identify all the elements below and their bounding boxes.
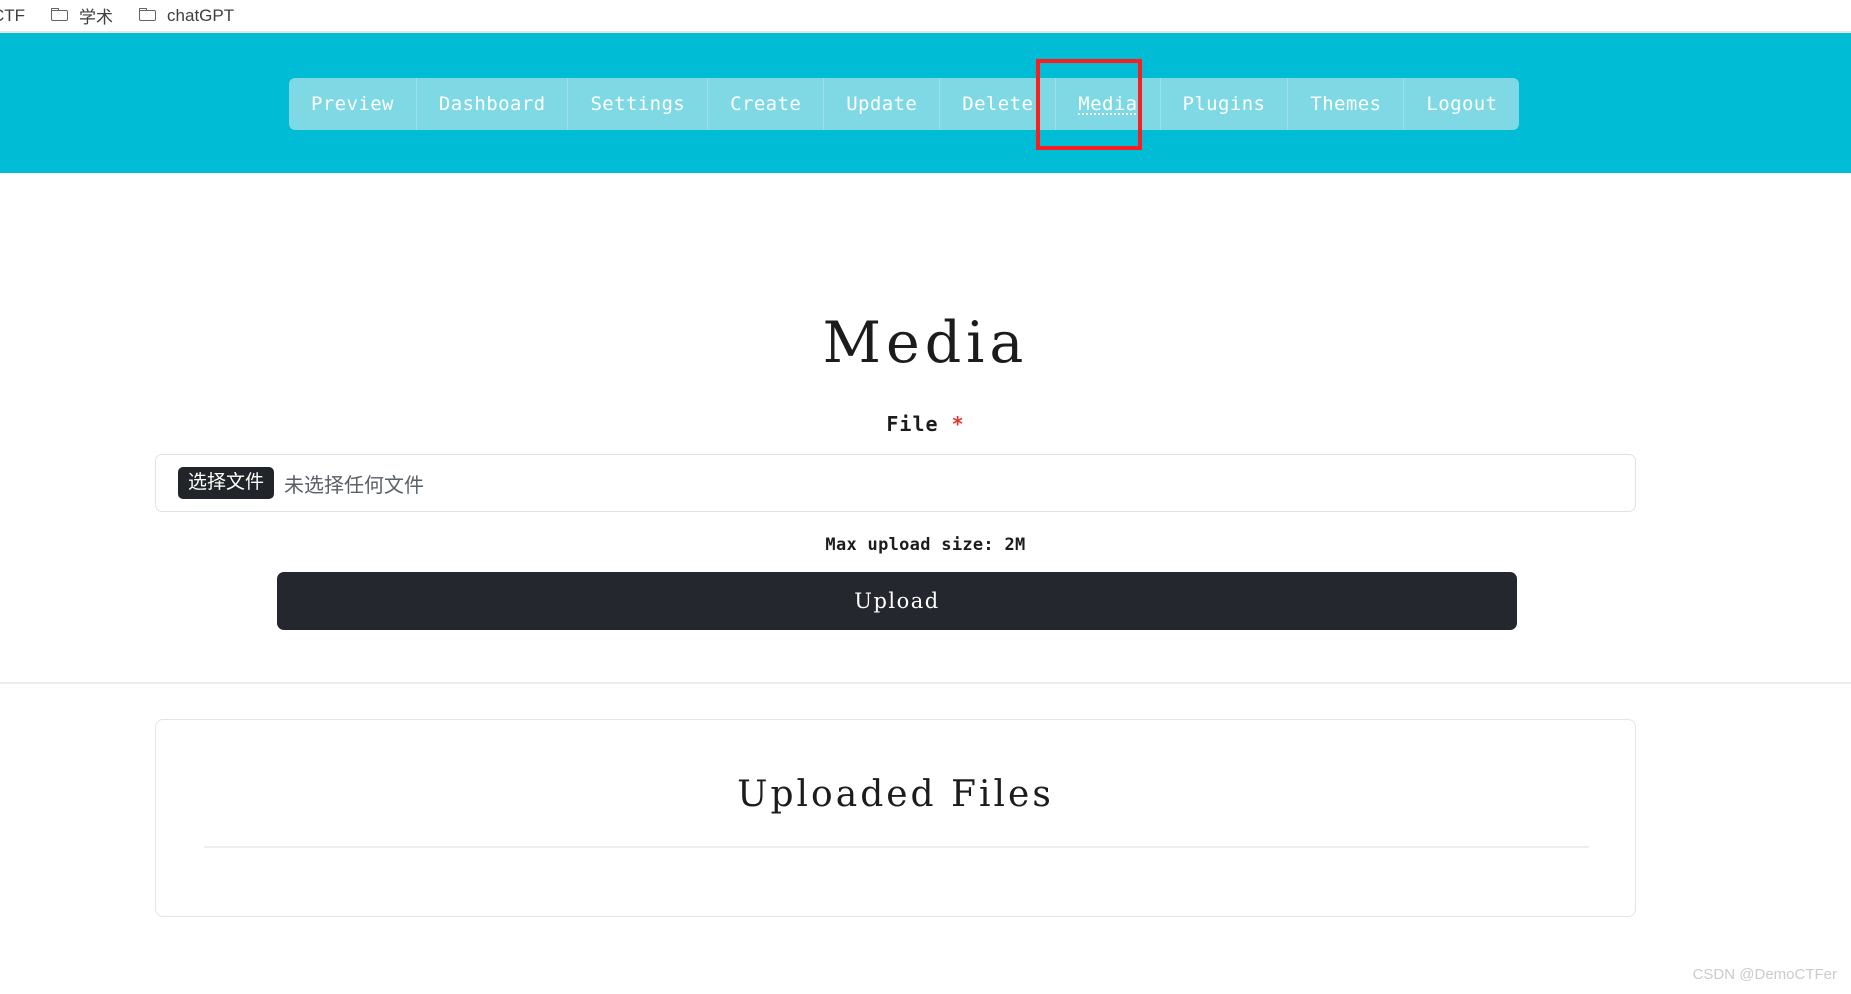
- section-divider: [0, 682, 1851, 684]
- bookmark-label: 学术: [79, 8, 114, 27]
- bookmark-item-chatgpt[interactable]: chatGPT: [139, 6, 234, 26]
- bookmark-item-ctf[interactable]: CTF: [0, 6, 25, 26]
- uploaded-files-card: Uploaded Files: [155, 719, 1636, 917]
- file-input[interactable]: 选择文件 未选择任何文件: [155, 454, 1636, 512]
- site-navbar: Preview Dashboard Settings Create Update…: [0, 33, 1851, 173]
- max-upload-size-hint: Max upload size: 2M: [825, 535, 1026, 555]
- required-asterisk: *: [951, 412, 965, 436]
- nav-item-media[interactable]: Media: [1056, 78, 1161, 130]
- nav-button-group: Preview Dashboard Settings Create Update…: [289, 78, 1520, 130]
- nav-item-themes[interactable]: Themes: [1288, 78, 1405, 130]
- selected-file-name: 未选择任何文件: [284, 474, 425, 497]
- bookmark-label: CTF: [0, 5, 26, 25]
- page-title: Media: [822, 310, 1029, 377]
- nav-item-preview[interactable]: Preview: [289, 78, 417, 130]
- uploaded-files-title: Uploaded Files: [737, 774, 1054, 815]
- bookmark-label: chatGPT: [167, 5, 235, 25]
- nav-item-create[interactable]: Create: [708, 78, 825, 130]
- uploaded-files-divider: [204, 846, 1589, 848]
- choose-file-button[interactable]: 选择文件: [178, 467, 275, 499]
- file-label-text: File: [886, 412, 939, 436]
- bookmark-item-xueshu[interactable]: 学术: [51, 3, 113, 28]
- watermark: CSDN @DemoCTFer: [1692, 966, 1837, 983]
- browser-bookmarks-bar: CTF 学术 chatGPT: [0, 0, 1851, 33]
- upload-button[interactable]: Upload: [277, 572, 1517, 630]
- nav-item-logout[interactable]: Logout: [1404, 78, 1519, 130]
- nav-item-settings[interactable]: Settings: [568, 78, 709, 130]
- nav-item-dashboard[interactable]: Dashboard: [417, 78, 569, 130]
- nav-item-update[interactable]: Update: [824, 78, 941, 130]
- folder-icon: [51, 8, 70, 23]
- file-field-label: File *: [0, 412, 1851, 436]
- nav-item-delete[interactable]: Delete: [940, 78, 1057, 130]
- nav-item-plugins[interactable]: Plugins: [1161, 78, 1289, 130]
- folder-icon: [139, 8, 158, 23]
